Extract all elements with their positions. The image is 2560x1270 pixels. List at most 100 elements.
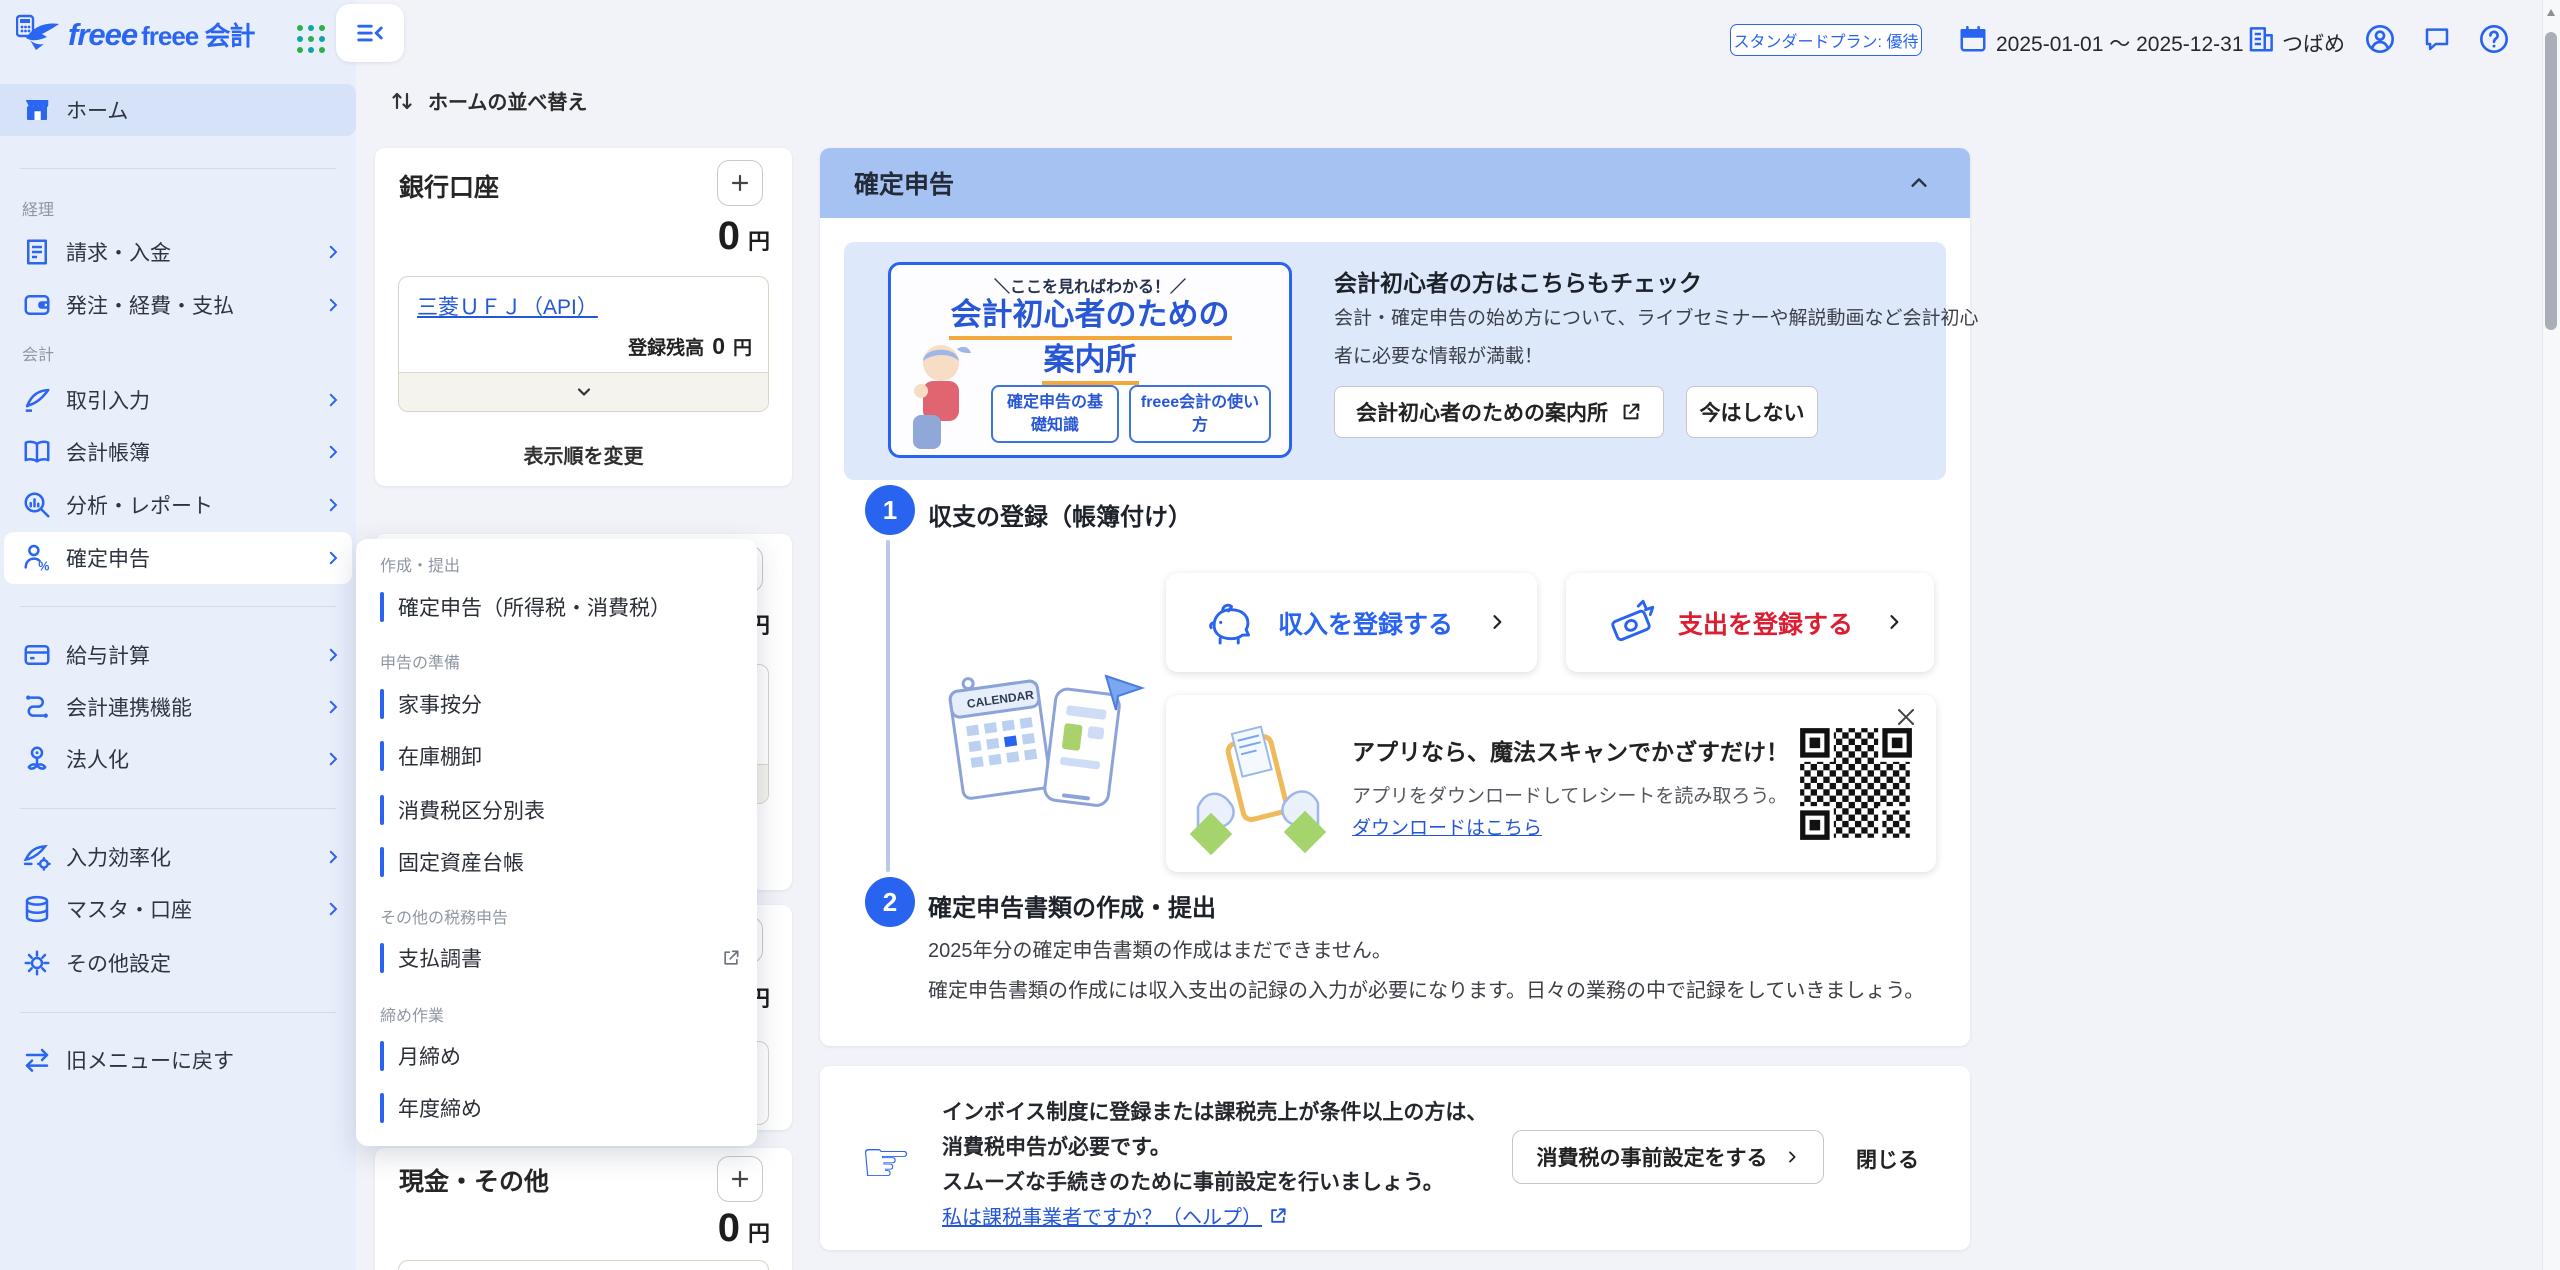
person-percent-icon: % xyxy=(22,543,52,573)
bank-accounts-widget: 銀行口座 0 円 三菱ＵＦＪ（API） 登録残高 0 円 表示順を変更 xyxy=(375,148,792,486)
external-link-icon xyxy=(1620,401,1642,423)
flyout-item-payment-report[interactable]: 支払調書 xyxy=(380,935,734,981)
step-connector-line xyxy=(886,540,890,872)
flyout-group-label: 作成・提出 xyxy=(380,552,460,576)
sidebar-item-other-settings[interactable]: その他設定 xyxy=(0,937,356,989)
add-bank-account-button[interactable] xyxy=(717,160,763,206)
button-label: 今はしない xyxy=(1700,397,1805,427)
sidebar-item-ledgers[interactable]: 会計帳簿 xyxy=(0,426,356,478)
chevron-right-icon xyxy=(1784,1148,1800,1166)
user-account-icon[interactable] xyxy=(2364,23,2396,55)
chevron-right-icon xyxy=(324,496,342,514)
scrollbar-thumb[interactable] xyxy=(2545,32,2557,330)
flyout-item-tax-return-income-consumption[interactable]: 確定申告（所得税・消費税） xyxy=(380,584,734,630)
sidebar-item-payroll[interactable]: 給与計算 xyxy=(0,629,356,681)
flyout-item-label: 家事按分 xyxy=(398,689,482,719)
step1-number-badge: 1 xyxy=(865,485,915,535)
sort-arrows-icon xyxy=(390,88,414,114)
consumption-tax-settings-button[interactable]: 消費税の事前設定をする xyxy=(1512,1130,1824,1184)
beginner-guide-button[interactable]: 会計初心者のための案内所 xyxy=(1334,386,1664,438)
chevron-right-icon xyxy=(324,296,342,314)
flyout-item-inventory[interactable]: 在庫棚卸 xyxy=(380,733,734,779)
panel-title: 確定申告 xyxy=(854,165,954,201)
tax-panel-header[interactable]: 確定申告 xyxy=(820,148,1970,218)
app-switcher-grid-icon[interactable] xyxy=(294,22,328,56)
app-download-link[interactable]: ダウンロードはこちら xyxy=(1352,813,1542,840)
company-building-icon[interactable] xyxy=(2246,24,2276,54)
sidebar-item-expenses[interactable]: 発注・経費・支払 xyxy=(0,279,356,331)
reorder-link[interactable]: 表示順を変更 xyxy=(375,440,792,469)
item-accent-bar xyxy=(380,943,384,973)
close-notice-button[interactable]: 閉じる xyxy=(1856,1144,1919,1174)
sidebar-divider xyxy=(20,168,336,169)
sidebar-item-input-efficiency[interactable]: 入力効率化 xyxy=(0,831,356,883)
sidebar-item-reports[interactable]: 分析・レポート xyxy=(0,479,356,531)
sidebar-item-label: 入力効率化 xyxy=(66,842,171,872)
sidebar-item-label: 取引入力 xyxy=(66,385,150,415)
sidebar-item-master-accounts[interactable]: マスタ・口座 xyxy=(0,883,356,935)
flyout-item-home-allocation[interactable]: 家事按分 xyxy=(380,681,734,727)
invoice-document-icon xyxy=(22,237,52,267)
sidebar-item-integrations[interactable]: 会計連携機能 xyxy=(0,681,356,733)
button-label: 消費税の事前設定をする xyxy=(1537,1142,1768,1172)
beginner-guide-illustration[interactable]: ＼ここを見ればわかる！／ 会計初心者のための 案内所 xyxy=(888,262,1292,458)
sidebar-item-transactions[interactable]: 取引入力 xyxy=(0,374,356,426)
flyout-item-fixed-assets[interactable]: 固定資産台帳 xyxy=(380,839,734,885)
flyout-item-label: 在庫棚卸 xyxy=(398,741,482,771)
item-accent-bar xyxy=(380,1041,384,1071)
not-now-button[interactable]: 今はしない xyxy=(1686,386,1818,438)
gear-icon xyxy=(22,948,52,978)
item-accent-bar xyxy=(380,1093,384,1123)
step2-number-badge: 2 xyxy=(865,877,915,927)
sidebar-item-tax-return[interactable]: % 確定申告 xyxy=(4,532,352,584)
chevron-right-icon xyxy=(324,646,342,664)
step2-text-line2: 確定申告書類の作成には収入支出の記録の入力が必要になります。日々の業務の中で記録… xyxy=(928,974,1924,1003)
help-icon[interactable] xyxy=(2478,23,2510,55)
scrollbar-up-arrow[interactable] xyxy=(2546,8,2556,18)
chart-magnifier-icon xyxy=(22,490,52,520)
balance-currency: 円 xyxy=(733,333,752,360)
external-link-icon xyxy=(721,948,741,968)
add-cash-account-button[interactable] xyxy=(717,1156,763,1202)
register-expense-button[interactable]: 支出を登録する xyxy=(1566,573,1934,672)
app-logo[interactable]: freeefreee 会計 xyxy=(16,14,255,54)
beginner-banner: ＼ここを見ればわかる！／ 会計初心者のための 案内所 xyxy=(844,242,1946,480)
flyout-item-consumption-tax-table[interactable]: 消費税区分別表 xyxy=(380,787,734,833)
banner-description: 会計・確定申告の始め方について、ライブセミナーや解説動画など会計初心者に必要な情… xyxy=(1334,300,1994,376)
calendar-icon[interactable] xyxy=(1958,24,1988,54)
step2-text-line1: 2025年分の確定申告書類の作成はまだできません。 xyxy=(928,934,1392,963)
invoice-text-line2: 消費税申告が必要です。 xyxy=(942,1131,1171,1161)
flyout-item-annual-close[interactable]: 年度締め xyxy=(380,1085,734,1131)
chat-feedback-icon[interactable] xyxy=(2422,24,2452,54)
flyout-item-monthly-close[interactable]: 月締め xyxy=(380,1033,734,1079)
sidebar-item-old-menu[interactable]: 旧メニューに戻す xyxy=(0,1034,356,1086)
plan-badge[interactable]: スタンダードプラン: 優待 xyxy=(1730,24,1922,56)
sidebar-section-label: 会計 xyxy=(22,341,54,365)
external-link-icon xyxy=(1268,1206,1288,1226)
illustration-title-line1: 会計初心者のための xyxy=(949,295,1232,340)
register-income-button[interactable]: 収入を登録する xyxy=(1166,573,1537,672)
item-accent-bar xyxy=(380,741,384,771)
sidebar-collapse-button[interactable] xyxy=(336,4,404,62)
sidebar-item-label: ホーム xyxy=(66,95,128,125)
person-illustration xyxy=(899,335,979,455)
sidebar-item-home[interactable]: ホーム xyxy=(0,84,356,136)
flyout-group-label: 締め作業 xyxy=(380,1002,444,1026)
widget-total-amount: 0 円 xyxy=(718,214,770,259)
account-expand-button[interactable] xyxy=(399,372,768,411)
fiscal-period-selector[interactable]: 2025-01-01 〜 2025-12-31 xyxy=(1996,28,2244,58)
hands-phone-illustration xyxy=(1188,711,1328,856)
bank-account-link[interactable]: 三菱ＵＦＪ（API） xyxy=(417,291,598,321)
home-sort-control[interactable]: ホームの並べ替え xyxy=(390,86,587,115)
sidebar-item-billing[interactable]: 請求・入金 xyxy=(0,226,356,278)
bank-account-card: 三菱ＵＦＪ（API） 登録残高 0 円 xyxy=(398,276,769,412)
sidebar-divider xyxy=(20,606,336,607)
taxable-business-help-link[interactable]: 私は課税事業者ですか？（ヘルプ） xyxy=(942,1201,1288,1230)
chevron-up-icon[interactable] xyxy=(1906,172,1932,194)
sidebar-item-label: 会計帳簿 xyxy=(66,437,150,467)
illustration-title-line2: 案内所 xyxy=(1042,340,1139,385)
company-name[interactable]: つばめ xyxy=(2282,28,2345,58)
sidebar-item-incorporation[interactable]: 法人化 xyxy=(0,733,356,785)
calendar-phone-illustration: CALENDAR xyxy=(938,648,1158,828)
swap-arrows-icon xyxy=(22,1045,52,1075)
